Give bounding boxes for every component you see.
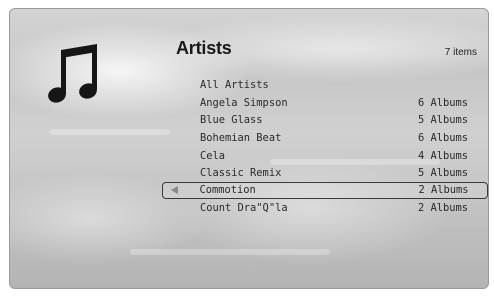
album-count: 6 Albums [417, 97, 468, 109]
background-streak [50, 129, 170, 135]
item-count: 7 items [444, 47, 477, 58]
list-item-selected[interactable]: Commotion 2 Albums [162, 182, 488, 199]
list-item[interactable]: Cela 4 Albums [162, 148, 488, 165]
list-item[interactable]: Angela Simpson 6 Albums [162, 95, 488, 112]
artist-name: Angela Simpson [200, 97, 288, 109]
artist-name: Commotion [199, 184, 256, 196]
album-count: 2 Albums [418, 184, 469, 196]
artists-screen: Artists 7 items All Artists Angela Simps… [9, 8, 489, 289]
album-count: 6 Albums [417, 132, 468, 144]
page-title: Artists [176, 38, 232, 58]
album-count: 4 Albums [417, 150, 468, 162]
artist-name: All Artists [200, 79, 269, 91]
list-item-all-artists[interactable]: All Artists [162, 77, 488, 94]
album-count: 2 Albums [417, 202, 468, 214]
artist-name: Count Dra"Q"la [200, 202, 288, 214]
selection-arrow-icon [171, 186, 178, 194]
artist-name: Blue Glass [200, 114, 263, 126]
album-count: 5 Albums [417, 114, 468, 126]
artist-name: Classic Remix [200, 167, 282, 179]
list-item[interactable]: Classic Remix 5 Albums [162, 165, 488, 182]
artist-name: Bohemian Beat [200, 132, 282, 144]
music-note-icon [48, 44, 97, 103]
list-item[interactable]: Blue Glass 5 Albums [162, 112, 488, 129]
artist-name: Cela [200, 150, 226, 162]
background-streak [130, 249, 330, 255]
list-item[interactable]: Bohemian Beat 6 Albums [162, 130, 488, 147]
album-count: 5 Albums [417, 167, 468, 179]
list-item[interactable]: Count Dra"Q"la 2 Albums [162, 200, 488, 217]
